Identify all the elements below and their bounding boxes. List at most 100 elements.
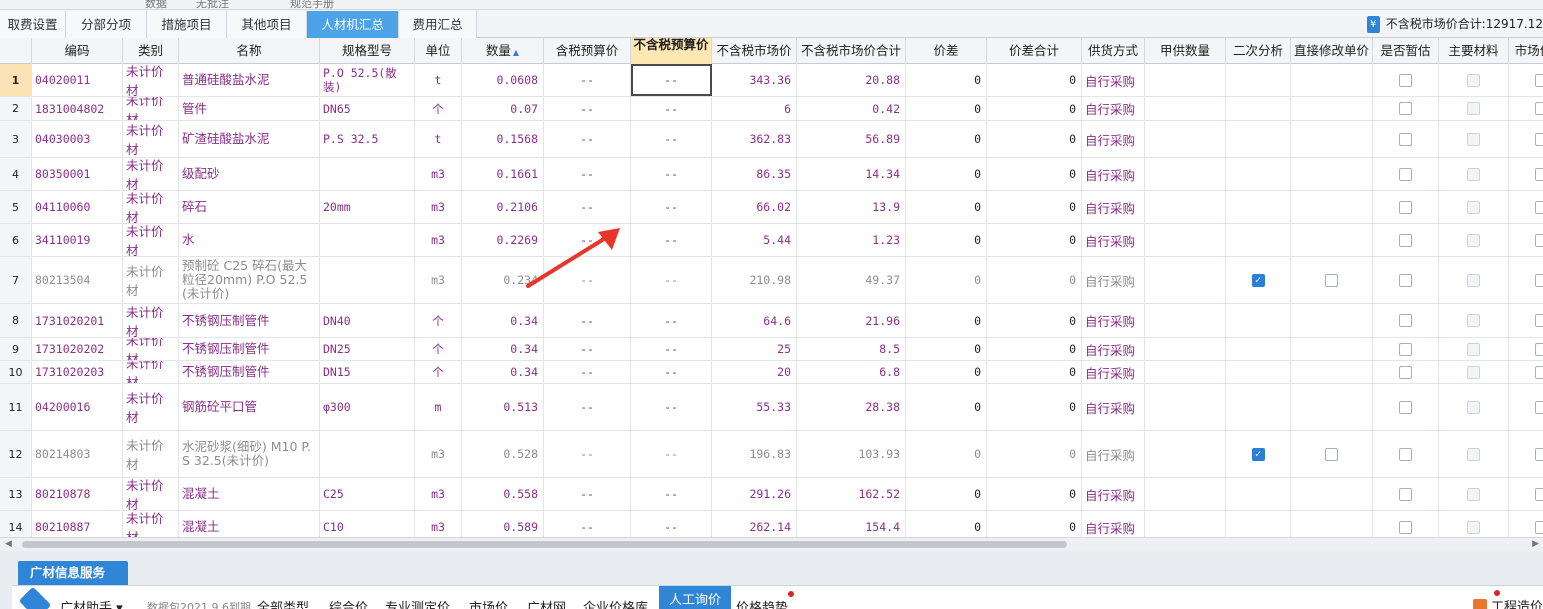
unit-cell[interactable]: m3: [415, 257, 462, 303]
table-row[interactable]: 7 80213504 未计价材 预制砼 C25 碎石(最大粒径20mm) P.O 52…: [0, 257, 1543, 304]
is-provisional-cell[interactable]: [1373, 384, 1439, 430]
unit-cell[interactable]: m3: [415, 511, 462, 537]
market-total-cell[interactable]: 0.42: [797, 97, 906, 120]
market-total-cell[interactable]: 13.9: [797, 191, 906, 223]
notax-budget-cell[interactable]: --: [631, 191, 712, 223]
notax-budget-cell[interactable]: --: [631, 431, 712, 477]
type-cell[interactable]: 未计价材: [123, 304, 179, 337]
price-diff-total-cell[interactable]: 0: [987, 478, 1082, 510]
name-cell[interactable]: 不锈钢压制管件: [179, 361, 320, 383]
main-material-checkbox[interactable]: [1467, 233, 1480, 247]
link-comprehensive-price[interactable]: 综合价: [329, 597, 368, 609]
type-cell[interactable]: 未计价材: [123, 384, 179, 430]
market-price-checkbox[interactable]: [1535, 73, 1543, 87]
code-cell[interactable]: 80214803: [32, 431, 123, 477]
unit-cell[interactable]: m: [415, 384, 462, 430]
price-diff-cell[interactable]: 0: [906, 478, 987, 510]
direct-edit-price-cell[interactable]: [1291, 304, 1373, 337]
table-row[interactable]: 11 04200016 未计价材 钢筋砼平口管 φ300 m 0.513 -- -- 55.33 2…: [0, 384, 1543, 431]
notax-budget-cell[interactable]: --: [631, 361, 712, 383]
price-diff-cell[interactable]: 0: [906, 431, 987, 477]
tab-labor-material-summary[interactable]: 人材机汇总: [307, 11, 399, 38]
spec-cell[interactable]: C10: [320, 511, 415, 537]
owner-supply-qty-cell[interactable]: [1145, 384, 1226, 430]
type-cell[interactable]: 未计价材: [123, 191, 179, 223]
tax-budget-cell[interactable]: --: [544, 478, 631, 510]
spec-cell[interactable]: DN25: [320, 338, 415, 360]
is-provisional-cell[interactable]: [1373, 511, 1439, 537]
code-cell[interactable]: 04020011: [32, 64, 123, 96]
price-diff-cell[interactable]: 0: [906, 158, 987, 190]
price-diff-cell[interactable]: 0: [906, 384, 987, 430]
price-diff-cell[interactable]: 0: [906, 304, 987, 337]
type-cell[interactable]: 未计价材: [123, 257, 179, 303]
price-diff-total-cell[interactable]: 0: [987, 64, 1082, 96]
provisional-checkbox[interactable]: [1399, 342, 1412, 356]
market-total-cell[interactable]: 154.4: [797, 511, 906, 537]
scroll-left-icon[interactable]: ◀: [5, 539, 12, 549]
direct-edit-checkbox[interactable]: [1325, 447, 1338, 461]
main-material-checkbox[interactable]: [1467, 200, 1480, 214]
supply-mode-cell[interactable]: 自行采购: [1082, 158, 1145, 190]
main-material-checkbox[interactable]: [1467, 73, 1480, 87]
main-material-cell[interactable]: [1439, 304, 1509, 337]
notax-budget-cell[interactable]: --: [631, 478, 712, 510]
direct-edit-price-cell[interactable]: [1291, 511, 1373, 537]
name-cell[interactable]: 碎石: [179, 191, 320, 223]
notax-budget-cell[interactable]: --: [631, 338, 712, 360]
spec-cell[interactable]: [320, 224, 415, 256]
unit-cell[interactable]: 个: [415, 97, 462, 120]
name-cell[interactable]: 预制砼 C25 碎石(最大粒径20mm) P.O 52.5(未计价): [179, 257, 320, 303]
market-price-checkbox-cell[interactable]: [1509, 158, 1543, 190]
price-diff-cell[interactable]: 0: [906, 121, 987, 157]
market-price-checkbox-cell[interactable]: [1509, 64, 1543, 96]
owner-supply-qty-cell[interactable]: [1145, 478, 1226, 510]
main-material-checkbox[interactable]: [1467, 167, 1480, 181]
main-material-cell[interactable]: [1439, 431, 1509, 477]
code-cell[interactable]: 80210878: [32, 478, 123, 510]
market-price-checkbox[interactable]: [1535, 233, 1543, 247]
header-secondary-analysis[interactable]: 二次分析: [1226, 38, 1291, 64]
quantity-cell[interactable]: 0.34: [462, 338, 544, 360]
supply-mode-cell[interactable]: 自行采购: [1082, 431, 1145, 477]
unit-cell[interactable]: m3: [415, 224, 462, 256]
quantity-cell[interactable]: 0.589: [462, 511, 544, 537]
notax-budget-cell[interactable]: --: [631, 97, 712, 120]
name-cell[interactable]: 水泥砂浆(细砂) M10 P.S 32.5(未计价): [179, 431, 320, 477]
provisional-checkbox[interactable]: [1399, 167, 1412, 181]
secondary-analysis-cell[interactable]: ✓: [1226, 257, 1291, 303]
header-corner[interactable]: [0, 38, 32, 64]
notax-budget-cell[interactable]: --: [631, 384, 712, 430]
header-notax-market-total[interactable]: 不含税市场价合计: [797, 38, 906, 64]
is-provisional-cell[interactable]: [1373, 121, 1439, 157]
supply-mode-cell[interactable]: 自行采购: [1082, 304, 1145, 337]
type-cell[interactable]: 未计价材: [123, 121, 179, 157]
main-material-checkbox[interactable]: [1467, 102, 1480, 115]
market-price-checkbox-cell[interactable]: [1509, 478, 1543, 510]
tab-cost-summary[interactable]: 费用汇总: [399, 11, 477, 38]
market-price-checkbox-cell[interactable]: [1509, 384, 1543, 430]
engineering-cost-link[interactable]: 工程造价: [1472, 596, 1543, 609]
table-row[interactable]: 13 80210878 未计价材 混凝土 C25 m3 0.558 -- -- 291.26 162…: [0, 478, 1543, 511]
market-total-cell[interactable]: 20.88: [797, 64, 906, 96]
table-row[interactable]: 3 04030003 未计价材 矿渣硅酸盐水泥 P.S 32.5 t 0.1568 -- -- 3…: [0, 121, 1543, 158]
type-cell[interactable]: 未计价材: [123, 361, 179, 383]
link-market-price[interactable]: 市场价: [469, 597, 508, 609]
header-price-diff[interactable]: 价差: [906, 38, 987, 64]
owner-supply-qty-cell[interactable]: [1145, 158, 1226, 190]
quantity-cell[interactable]: 0.2106: [462, 191, 544, 223]
secondary-analysis-cell[interactable]: [1226, 361, 1291, 383]
main-material-cell[interactable]: [1439, 64, 1509, 96]
is-provisional-cell[interactable]: [1373, 361, 1439, 383]
main-material-checkbox[interactable]: [1467, 273, 1480, 287]
market-price-checkbox[interactable]: [1535, 314, 1543, 327]
supply-mode-cell[interactable]: 自行采购: [1082, 97, 1145, 120]
market-price-cell[interactable]: 20: [712, 361, 797, 383]
name-cell[interactable]: 混凝土: [179, 478, 320, 510]
market-price-checkbox-cell[interactable]: [1509, 257, 1543, 303]
secondary-analysis-cell[interactable]: [1226, 304, 1291, 337]
link-enterprise-price-lib[interactable]: 企业价格库: [583, 597, 648, 609]
price-diff-total-cell[interactable]: 0: [987, 338, 1082, 360]
quantity-cell[interactable]: 0.513: [462, 384, 544, 430]
header-price-diff-total[interactable]: 价差合计: [987, 38, 1082, 64]
